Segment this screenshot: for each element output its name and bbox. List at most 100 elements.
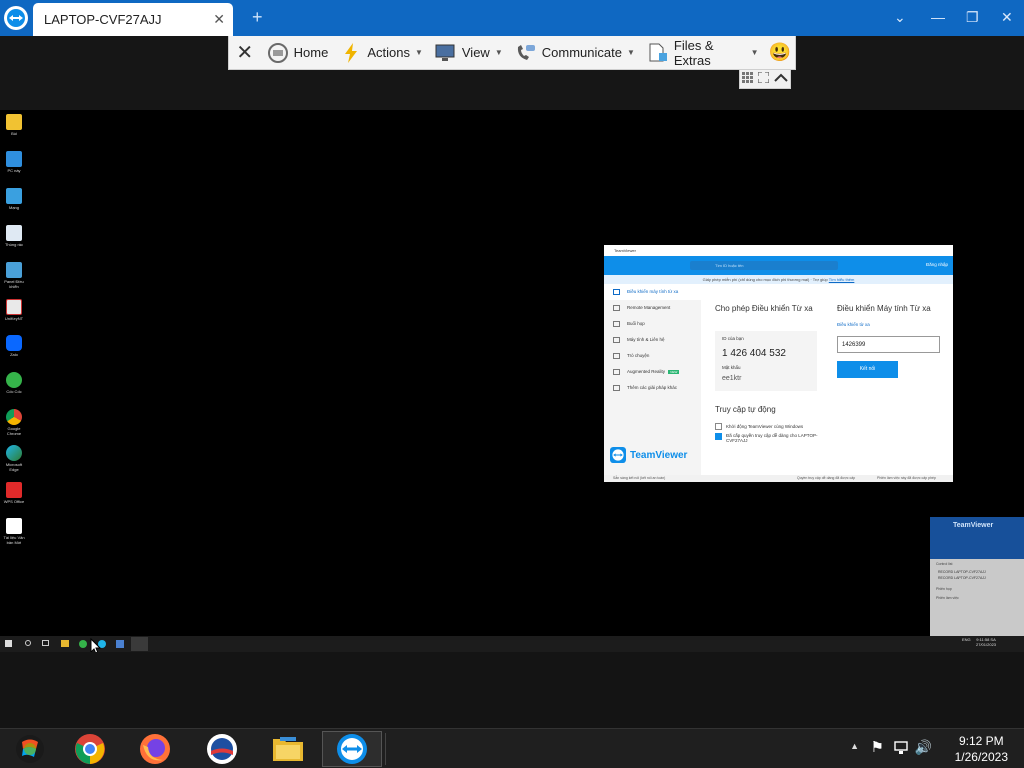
- remote-tv-nav-more[interactable]: Thêm các giải pháp khác: [604, 380, 701, 396]
- home-button[interactable]: Home: [261, 36, 335, 70]
- remote-tv-header: Tìm ID hoặc tên Đăng nhập: [604, 256, 953, 275]
- local-taskbar: ▲ ⚑ 🔊 9:12 PM 1/26/2023: [0, 728, 1024, 768]
- remote-tv-nav-remote-control[interactable]: Điều khiển máy tính từ xa: [604, 284, 701, 300]
- remote-tv-partner-id-input[interactable]: 1426399: [837, 336, 940, 353]
- remote-tv-sidebar: Điều khiển máy tính từ xa Remote Managem…: [604, 284, 701, 476]
- remote-app-icon[interactable]: [116, 640, 124, 648]
- files-extras-menu[interactable]: Files & Extras ▼: [641, 36, 765, 70]
- network-icon[interactable]: [893, 740, 909, 761]
- view-menu[interactable]: View ▼: [429, 36, 509, 70]
- desktop-icon-unikey[interactable]: UniKeyNT: [2, 299, 26, 321]
- folder-icon: [273, 737, 303, 761]
- fullscreen-icon[interactable]: [757, 70, 770, 88]
- clock-time: 9:12 PM: [958, 734, 1004, 748]
- monitor-icon: [435, 42, 457, 64]
- app-taskbar-button[interactable]: [192, 731, 252, 767]
- remote-taskbar: ENG 9:11:58 SA 27/01/2023: [0, 636, 1024, 652]
- teamviewer-logo-icon[interactable]: [4, 6, 28, 30]
- chevron-down-icon[interactable]: ⌄: [894, 9, 906, 26]
- desktop-icon-user[interactable]: Bùi: [2, 114, 26, 136]
- remote-tv-nav-ar[interactable]: Augmented Reality NEW: [604, 364, 701, 380]
- start-button[interactable]: [0, 731, 60, 767]
- remote-tv-nav-chat[interactable]: Trò chuyện: [604, 348, 701, 364]
- feedback-button[interactable]: 😃: [765, 36, 795, 70]
- remote-tv-search[interactable]: Tìm ID hoặc tên: [690, 261, 838, 270]
- communicate-menu[interactable]: Communicate ▼: [509, 36, 641, 70]
- remote-search-icon[interactable]: [25, 640, 31, 646]
- teamviewer-logo-icon: [610, 447, 626, 463]
- windows-start-icon: [16, 735, 44, 763]
- chevron-down-icon: ▼: [414, 48, 423, 57]
- grid-icon[interactable]: [742, 70, 754, 88]
- chevron-down-icon: ▼: [626, 48, 635, 57]
- teamviewer-icon: [337, 734, 367, 764]
- remote-tv-id-value: 1 426 404 532: [722, 348, 786, 359]
- window-close-icon[interactable]: ✕: [1001, 9, 1013, 26]
- collapse-toolbar-icon[interactable]: [773, 70, 788, 88]
- firefox-taskbar-button[interactable]: [125, 731, 185, 767]
- checkbox-checked-icon: [715, 433, 722, 440]
- firefox-icon: [140, 734, 170, 764]
- remote-tv-main: Cho phép Điều khiển Từ xa ID của bạn 1 4…: [701, 284, 953, 476]
- view-label: View: [461, 45, 490, 60]
- smiley-icon: 😃: [768, 42, 791, 62]
- speaker-icon[interactable]: 🔊: [915, 739, 932, 756]
- desktop-icon-zalo[interactable]: Zalo: [2, 335, 26, 357]
- communicate-label: Communicate: [541, 45, 622, 60]
- desktop-icon-coccoc[interactable]: Cốc Cốc: [2, 372, 26, 394]
- remote-tv-brand: TeamViewer: [610, 447, 687, 463]
- remote-tv-password: ee1ktr: [722, 375, 742, 382]
- new-tab-icon[interactable]: +: [252, 7, 263, 28]
- remote-tv-nav-meeting[interactable]: Buổi họp: [604, 316, 701, 332]
- remote-coccoc-icon[interactable]: [79, 640, 87, 648]
- remote-toolbar: ✕ Home Actions ▼ View ▼ Communicate ▼ Fi…: [228, 36, 796, 70]
- toolbar-mini-bar: [739, 70, 791, 89]
- taskbar-clock[interactable]: 9:12 PM 1/26/2023: [955, 733, 1008, 765]
- desktop-icon-this-pc[interactable]: PC này: [2, 151, 26, 173]
- checkbox-icon: [715, 423, 722, 430]
- remote-tv-nav-contacts[interactable]: Máy tính & Liên hệ: [604, 332, 701, 348]
- close-icon: ✕: [236, 42, 254, 64]
- chrome-taskbar-button[interactable]: [60, 731, 120, 767]
- flag-icon[interactable]: ⚑: [871, 738, 884, 756]
- desktop-icon-new-doc[interactable]: Tài liệu Văn bản Mới: [2, 518, 26, 545]
- remote-tv-notice: Giấy phép miễn phí (chỉ dùng cho mục đíc…: [604, 275, 953, 284]
- desktop-icon-network[interactable]: Mạng: [2, 188, 26, 210]
- tray-expand-icon[interactable]: ▲: [850, 741, 859, 751]
- desktop-icon-control-panel[interactable]: Panel Điều khiển: [2, 262, 26, 289]
- desktop-icon-edge[interactable]: Microsoft Edge: [2, 445, 26, 472]
- desktop-icon-wps[interactable]: WPS Office: [2, 482, 26, 504]
- remote-tv-partner-mode[interactable]: Điều khiển từ xa: [837, 322, 870, 327]
- remote-teamviewer-taskbar-button[interactable]: [131, 637, 148, 651]
- remote-explorer-icon[interactable]: [61, 640, 69, 647]
- chevron-down-icon: ▼: [494, 48, 503, 57]
- remote-tv-titlebar: TeamViewer: [604, 245, 953, 256]
- tab-close-icon[interactable]: ✕: [213, 11, 225, 28]
- remote-tv-connect-button[interactable]: Kết nối: [837, 361, 898, 378]
- actions-menu[interactable]: Actions ▼: [334, 36, 429, 70]
- session-tab[interactable]: LAPTOP-CVF27AJJ ✕: [33, 3, 233, 36]
- restore-icon[interactable]: ❐: [966, 9, 979, 26]
- remote-tv-auto-title: Truy cập tự động: [715, 405, 776, 414]
- remote-tv-nav-remote-management[interactable]: Remote Management: [604, 300, 701, 316]
- session-tab-title: LAPTOP-CVF27AJJ: [44, 12, 162, 27]
- minimize-icon[interactable]: —: [931, 9, 945, 25]
- file-explorer-taskbar-button[interactable]: [258, 731, 318, 767]
- remote-tv-auto-opt1[interactable]: Khởi động TeamViewer cùng Windows: [715, 423, 803, 430]
- end-session-button[interactable]: ✕: [229, 36, 261, 70]
- lightning-icon: [340, 42, 362, 64]
- clock-date: 1/26/2023: [954, 750, 1008, 764]
- remote-tv-signin[interactable]: Đăng nhập: [926, 262, 948, 267]
- remote-tv-auto-opt2[interactable]: Đã cấp quyền truy cập dễ dàng cho LAPTOP…: [715, 433, 825, 443]
- remote-taskview-icon[interactable]: [42, 640, 49, 646]
- remote-tv-allow-title: Cho phép Điều khiển Từ xa: [715, 304, 813, 313]
- desktop-icon-recycle-bin[interactable]: Thùng rác: [2, 225, 26, 247]
- remote-tv-id-card: ID của bạn 1 426 404 532 Mật khẩu ee1ktr: [715, 331, 817, 391]
- remote-start-icon[interactable]: [5, 640, 12, 647]
- desktop-icon-chrome[interactable]: Google Chrome: [2, 409, 26, 436]
- teamviewer-taskbar-button[interactable]: [322, 731, 382, 767]
- file-icon: [647, 42, 669, 64]
- home-label: Home: [293, 45, 329, 60]
- phone-chat-icon: [515, 42, 537, 64]
- o-logo-icon: [207, 734, 237, 764]
